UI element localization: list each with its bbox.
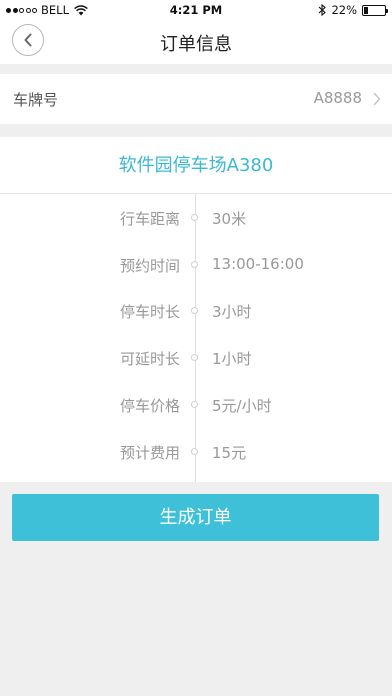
detail-label: 预计费用 [119, 444, 180, 462]
detail-row-estimated-cost: 预计费用 15元 [0, 442, 392, 464]
detail-row-parking-price: 停车价格 5元/小时 [0, 395, 392, 417]
page-title: 订单信息 [160, 34, 232, 55]
parking-lot-name: 软件园停车场A380 [118, 155, 274, 176]
detail-value: 5元/小时 [212, 397, 272, 415]
bluetooth-icon [319, 4, 327, 16]
plate-number-row[interactable]: 车牌号 A8888 [0, 74, 392, 124]
timeline-dot-icon [191, 307, 198, 314]
detail-value: 13:00-16:00 [212, 255, 304, 273]
detail-value: 15元 [212, 444, 247, 462]
timeline-dot-icon [191, 214, 198, 221]
plate-number-label: 车牌号 [13, 91, 59, 109]
timeline-dot-icon [191, 354, 198, 361]
detail-value: 3小时 [212, 303, 252, 321]
status-bar: BELL 4:21 PM 22% [0, 0, 392, 20]
detail-row-parking-duration: 停车时长 3小时 [0, 301, 392, 323]
timeline-line [195, 194, 196, 482]
generate-order-button[interactable]: 生成订单 [12, 494, 379, 541]
chevron-right-icon [373, 92, 381, 106]
timeline-dot-icon [191, 261, 198, 268]
detail-label: 停车价格 [119, 397, 180, 415]
divider [0, 193, 392, 194]
detail-row-reservation-time: 预约时间 13:00-16:00 [0, 255, 392, 277]
order-details-card: 软件园停车场A380 行车距离 30米 预约时间 13:00-16:00 停车时… [0, 137, 392, 482]
battery-icon [362, 4, 388, 16]
timeline-dot-icon [191, 401, 198, 408]
detail-value: 1小时 [212, 350, 252, 368]
detail-label: 停车时长 [119, 303, 180, 321]
detail-label: 行车距离 [119, 210, 180, 228]
detail-row-distance: 行车距离 30米 [0, 208, 392, 230]
detail-label: 预约时间 [119, 257, 180, 275]
battery-percent: 22% [331, 3, 357, 17]
detail-label: 可延时长 [119, 350, 180, 368]
battery-fill [364, 6, 369, 14]
detail-value: 30米 [212, 210, 247, 228]
nav-bar: 订单信息 [0, 20, 392, 64]
detail-row-extendable-duration: 可延时长 1小时 [0, 348, 392, 370]
status-right: 22% [318, 3, 388, 17]
plate-number-value: A8888 [313, 89, 362, 107]
timeline-dot-icon [191, 448, 198, 455]
